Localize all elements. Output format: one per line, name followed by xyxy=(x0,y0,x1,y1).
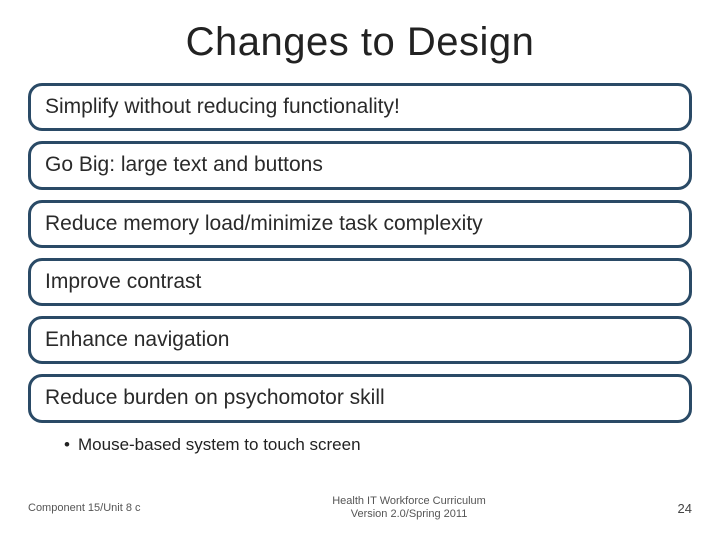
design-point-text: Improve contrast xyxy=(45,269,675,295)
page-number: 24 xyxy=(678,501,692,516)
design-point-text: Simplify without reducing functionality! xyxy=(45,94,675,120)
slide: Changes to Design Simplify without reduc… xyxy=(0,0,720,540)
design-point-text: Reduce memory load/minimize task complex… xyxy=(45,211,675,237)
design-point-1: Simplify without reducing functionality! xyxy=(28,83,692,131)
design-point-3: Reduce memory load/minimize task complex… xyxy=(28,200,692,248)
slide-footer: Component 15/Unit 8 c Health IT Workforc… xyxy=(0,495,720,523)
footer-center-line2: Version 2.0/Spring 2011 xyxy=(332,508,486,522)
design-point-text: Reduce burden on psychomotor skill xyxy=(45,385,675,411)
design-point-2: Go Big: large text and buttons xyxy=(28,141,692,189)
footer-left: Component 15/Unit 8 c xyxy=(28,502,141,514)
page-title: Changes to Design xyxy=(28,20,692,65)
design-point-4: Improve contrast xyxy=(28,258,692,306)
footer-center: Health IT Workforce Curriculum Version 2… xyxy=(332,495,486,523)
footer-center-line1: Health IT Workforce Curriculum xyxy=(332,495,486,509)
list-item: Mouse-based system to touch screen xyxy=(64,433,692,457)
design-point-5: Enhance navigation xyxy=(28,316,692,364)
sub-bullets: Mouse-based system to touch screen xyxy=(64,433,692,457)
design-point-6: Reduce burden on psychomotor skill xyxy=(28,374,692,422)
design-point-text: Go Big: large text and buttons xyxy=(45,152,675,178)
design-point-text: Enhance navigation xyxy=(45,327,675,353)
